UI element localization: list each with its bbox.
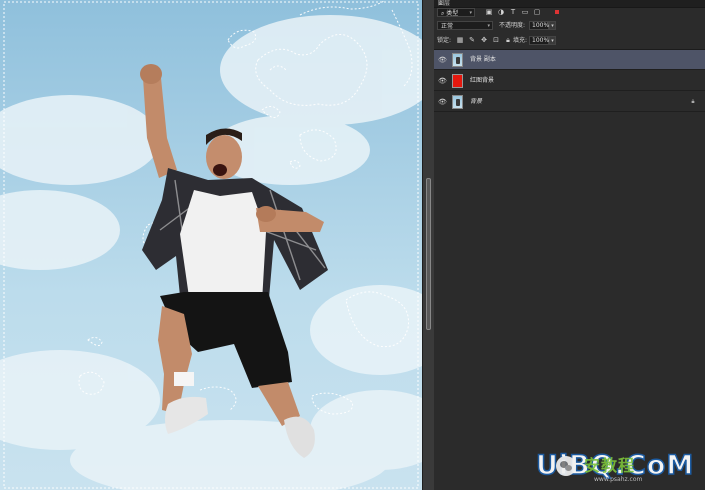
filter-row: ⌕ 类型 ▾ ▣ ◑ T ▭ ▢	[434, 7, 705, 18]
layer-row-background-copy[interactable]: 👁︎ 背景 副本	[434, 50, 705, 70]
opacity-input[interactable]: 100%	[529, 21, 549, 30]
layers-panel: 图层 ≡ ⌕ 类型 ▾ ▣ ◑ T ▭ ▢ 正常 ▾ 不透明度: 100% ▾ …	[434, 0, 705, 490]
fill-input[interactable]: 100%	[529, 36, 549, 45]
lock-all-icon[interactable]: 🔒︎	[504, 36, 512, 44]
eye-icon[interactable]: 👁︎	[438, 56, 447, 64]
filter-toggle[interactable]	[555, 10, 559, 14]
text-filter-icon[interactable]: T	[509, 8, 517, 16]
lock-artboard-icon[interactable]: ⊡	[492, 36, 500, 44]
layer-thumbnail	[452, 53, 463, 67]
eye-icon[interactable]: 👁︎	[438, 98, 447, 106]
adjustment-filter-icon[interactable]: ◑	[497, 8, 505, 16]
layer-row-background[interactable]: 👁︎ 背景 🔒︎	[434, 92, 705, 112]
layer-thumbnail	[452, 95, 463, 109]
blend-mode-select[interactable]: 正常 ▾	[437, 21, 493, 30]
image-filter-icon[interactable]: ▣	[485, 8, 493, 16]
scrollbar-thumb[interactable]	[426, 178, 431, 330]
lock-position-icon[interactable]: ✥	[480, 36, 488, 44]
chevron-down-icon: ▾	[469, 10, 472, 16]
lock-paint-icon[interactable]: ✎	[468, 36, 476, 44]
lock-transparent-icon[interactable]: ▦	[456, 36, 464, 44]
panel-menu-icon[interactable]: ≡	[438, 0, 701, 7]
watermark-chinese: 安教程	[584, 456, 636, 475]
filter-kind-label: 类型	[446, 10, 459, 17]
fill-slider-toggle[interactable]: ▾	[549, 36, 556, 45]
eye-icon[interactable]: 👁︎	[438, 77, 447, 85]
opacity-slider-toggle[interactable]: ▾	[549, 21, 556, 30]
smart-object-filter-icon[interactable]: ▢	[533, 8, 541, 16]
layer-name[interactable]: 背景 副本	[470, 50, 496, 70]
blend-mode-value: 正常	[441, 23, 454, 30]
layer-name[interactable]: 背景	[470, 92, 482, 112]
chevron-down-icon: ▾	[487, 23, 490, 29]
blend-opacity-row: 正常 ▾ 不透明度: 100% ▾	[434, 20, 705, 31]
fill-label: 填充:	[513, 37, 528, 44]
canvas-image	[0, 0, 422, 490]
lock-icon[interactable]: 🔒︎	[689, 98, 697, 106]
filter-kind-select[interactable]: ⌕ 类型 ▾	[437, 8, 475, 17]
search-icon: ⌕	[441, 10, 445, 17]
document-canvas[interactable]	[0, 0, 422, 490]
layer-name[interactable]: 红图背景	[470, 71, 494, 91]
opacity-label: 不透明度:	[499, 22, 526, 29]
shape-filter-icon[interactable]: ▭	[521, 8, 529, 16]
layer-row-red-background[interactable]: 👁︎ 红图背景	[434, 71, 705, 91]
lock-label: 锁定:	[437, 37, 452, 44]
wechat-icon	[556, 456, 576, 476]
lock-fill-row: 锁定: ▦ ✎ ✥ ⊡ 🔒︎ 填充: 100% ▾	[434, 35, 705, 46]
watermark-url: www.psahz.com	[594, 476, 643, 483]
layer-thumbnail	[452, 74, 463, 88]
